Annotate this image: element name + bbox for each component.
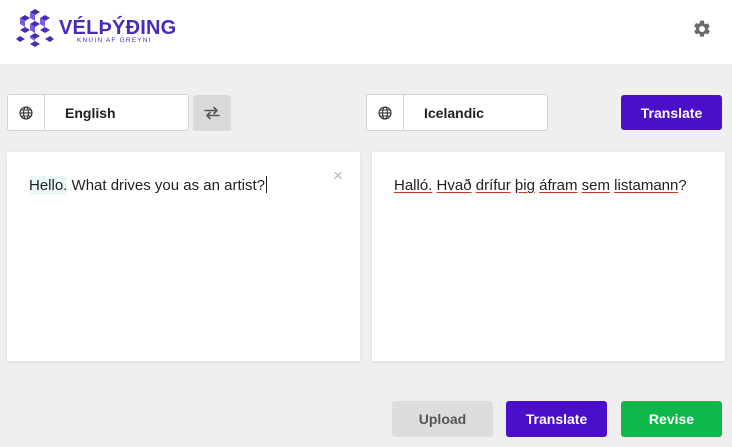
translated-word[interactable]: drífur bbox=[476, 176, 511, 195]
gear-icon[interactable] bbox=[692, 19, 712, 39]
translate-button-top[interactable]: Translate bbox=[621, 95, 722, 130]
upload-button[interactable]: Upload bbox=[392, 401, 493, 437]
target-language-select[interactable]: Icelandic bbox=[366, 94, 548, 131]
clear-text-button[interactable]: × bbox=[330, 167, 346, 184]
translated-word[interactable]: listamann bbox=[614, 176, 678, 195]
target-language-label: Icelandic bbox=[424, 104, 484, 121]
brand-tagline: KNÚIN AF GREYNI bbox=[77, 37, 152, 44]
swap-languages-button[interactable] bbox=[193, 95, 231, 131]
source-text-panel[interactable]: Hello. What drives you as an artist? × bbox=[7, 152, 360, 361]
translated-word[interactable]: Hvað bbox=[437, 176, 472, 195]
swap-arrows-icon bbox=[204, 106, 220, 120]
source-language-label: English bbox=[65, 104, 116, 121]
app-header: VÉLÞÝÐING KNÚIN AF GREYNI bbox=[0, 0, 732, 64]
source-language-select[interactable]: English bbox=[7, 94, 189, 131]
translated-word[interactable]: áfram bbox=[539, 176, 577, 195]
revise-button[interactable]: Revise bbox=[621, 401, 722, 437]
source-segment-2[interactable]: What drives you as an artist? bbox=[72, 176, 265, 195]
translated-word[interactable]: Halló. bbox=[394, 176, 432, 195]
source-text[interactable]: Hello. What drives you as an artist? bbox=[29, 176, 267, 196]
brand-name: VÉLÞÝÐING bbox=[59, 17, 177, 39]
text-caret bbox=[265, 176, 267, 193]
globe-icon bbox=[8, 95, 45, 130]
globe-icon bbox=[367, 95, 404, 130]
logo-cubes-icon bbox=[16, 9, 54, 47]
source-segment-1[interactable]: Hello. bbox=[29, 176, 68, 195]
translate-button-bottom[interactable]: Translate bbox=[506, 401, 607, 437]
translated-punctuation: ? bbox=[678, 177, 687, 194]
target-text-panel: Halló. Hvað drífur þig áfram sem listama… bbox=[372, 152, 725, 361]
translated-word[interactable]: þig bbox=[515, 176, 535, 195]
translated-word[interactable]: sem bbox=[582, 176, 610, 195]
translated-text: Halló. Hvað drífur þig áfram sem listama… bbox=[394, 176, 687, 196]
